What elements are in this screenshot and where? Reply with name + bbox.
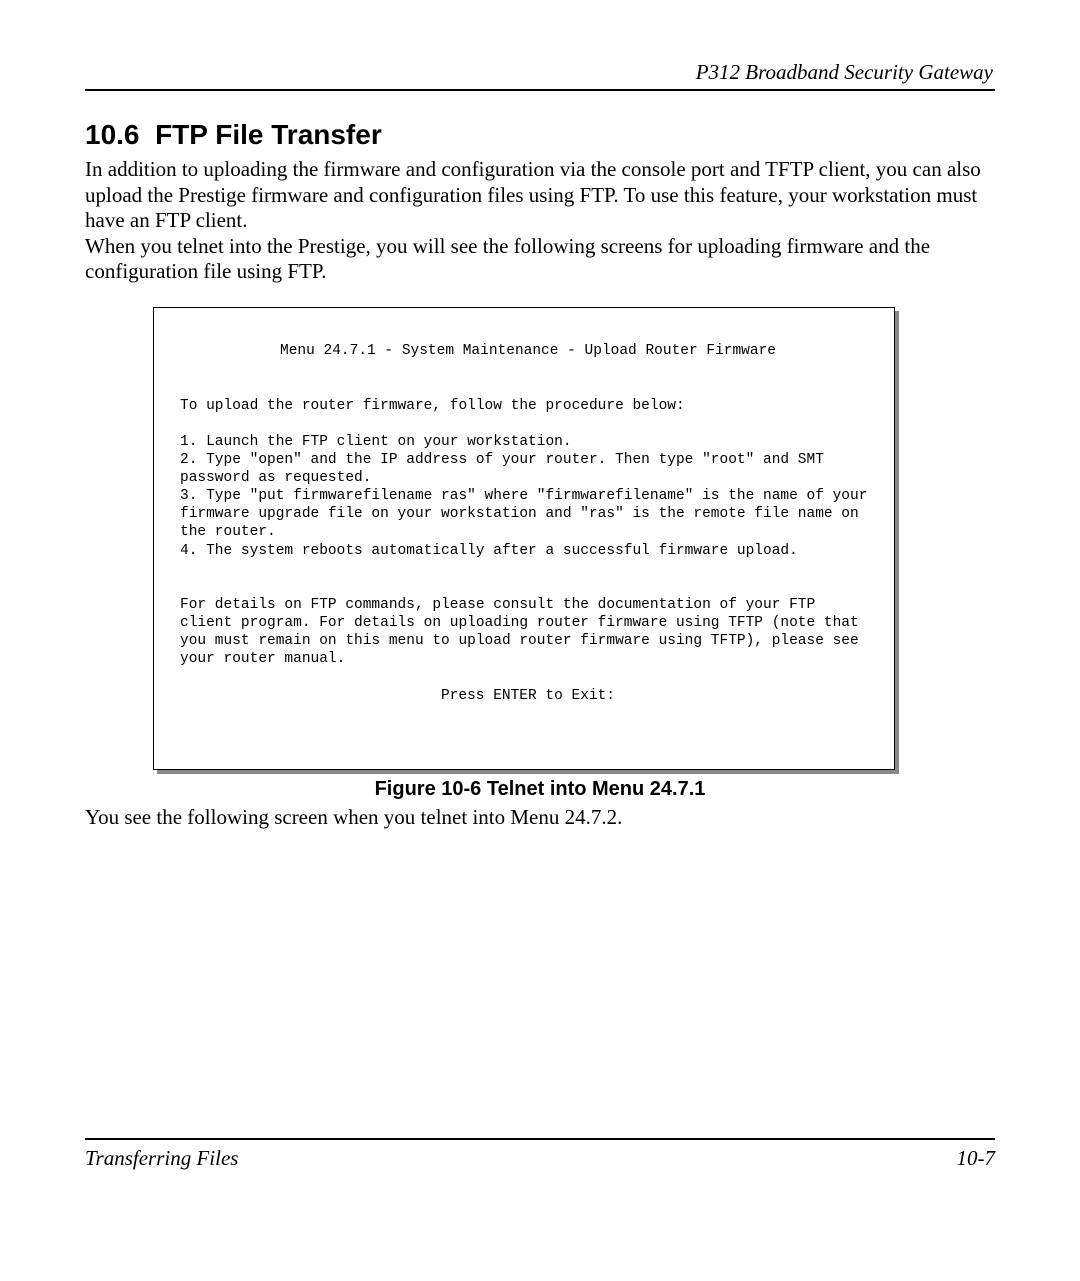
figure-caption: Figure 10-6 Telnet into Menu 24.7.1 — [85, 778, 995, 801]
section-number: 10.6 — [85, 119, 140, 150]
header-product-title: P312 Broadband Security Gateway — [85, 60, 995, 87]
section-title: FTP File Transfer — [155, 119, 382, 150]
terminal-menu-title: Menu 24.7.1 - System Maintenance - Uploa… — [180, 342, 876, 360]
terminal-screen: Menu 24.7.1 - System Maintenance - Uploa… — [153, 307, 895, 770]
footer-right: 10-7 — [957, 1146, 996, 1171]
footer-left: Transferring Files — [85, 1146, 238, 1171]
terminal-step-3: 3. Type "put firmwarefilename ras" where… — [180, 488, 876, 540]
terminal-details: For details on FTP commands, please cons… — [180, 597, 867, 667]
terminal-intro: To upload the router firmware, follow th… — [180, 398, 685, 414]
page: P312 Broadband Security Gateway 10.6 FTP… — [0, 0, 1080, 831]
terminal-step-1: 1. Launch the FTP client on your worksta… — [180, 434, 572, 450]
section-heading: 10.6 FTP File Transfer — [85, 119, 995, 151]
paragraph-2: When you telnet into the Prestige, you w… — [85, 234, 995, 285]
terminal-step-4: 4. The system reboots automatically afte… — [180, 543, 798, 559]
header-rule: P312 Broadband Security Gateway — [85, 60, 995, 91]
paragraph-1: In addition to uploading the firmware an… — [85, 157, 995, 234]
paragraph-3: You see the following screen when you te… — [85, 805, 995, 831]
terminal-exit-prompt: Press ENTER to Exit: — [180, 687, 876, 705]
terminal-container: Menu 24.7.1 - System Maintenance - Uploa… — [153, 307, 895, 770]
footer: Transferring Files 10-7 — [85, 1138, 995, 1171]
terminal-step-2: 2. Type "open" and the IP address of you… — [180, 452, 833, 486]
